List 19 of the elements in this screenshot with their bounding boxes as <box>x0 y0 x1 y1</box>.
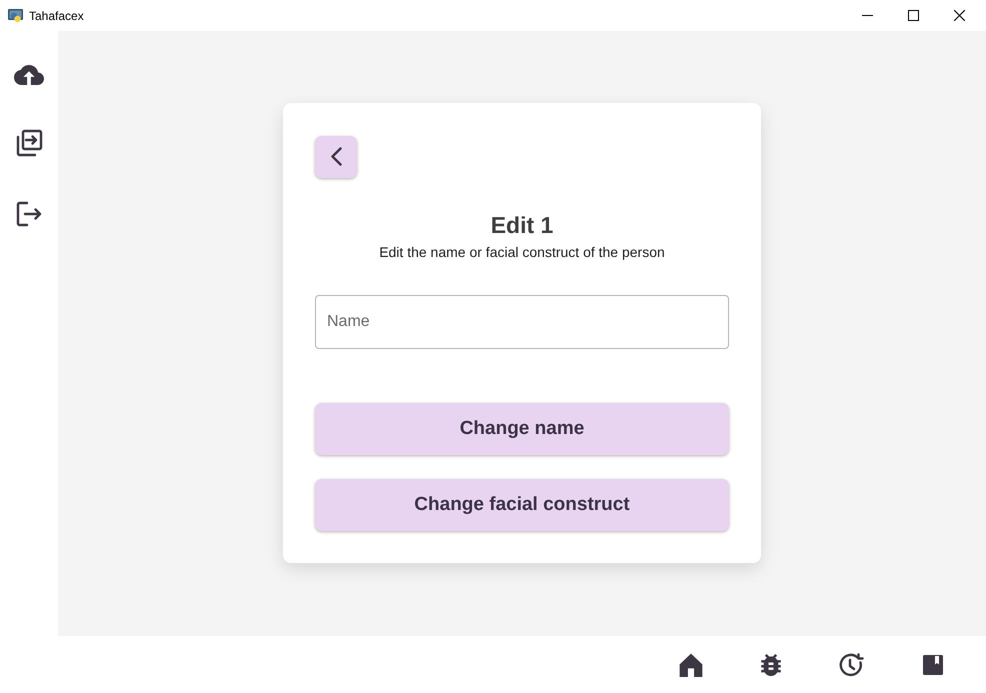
name-input-field[interactable]: Name <box>315 294 729 349</box>
book-icon[interactable] <box>921 652 945 676</box>
home-icon[interactable] <box>679 652 703 676</box>
bug-icon[interactable] <box>759 654 783 676</box>
back-button[interactable] <box>315 136 357 178</box>
chevron-left-icon <box>330 147 342 166</box>
app-icon <box>8 8 23 22</box>
logout-icon[interactable] <box>16 201 42 227</box>
cloud-upload-icon[interactable] <box>14 65 44 85</box>
history-icon[interactable] <box>839 652 865 676</box>
maximize-icon <box>908 10 918 21</box>
minimize-icon <box>862 15 872 16</box>
import-icon[interactable] <box>15 129 43 157</box>
change-facial-construct-button[interactable]: Change facial construct <box>315 479 729 531</box>
change-name-button[interactable]: Change name <box>315 403 729 455</box>
window-title: Tahafacex <box>29 8 84 24</box>
card-subtitle: Edit the name or facial construct of the person <box>378 242 666 261</box>
card-title: Edit 1 <box>490 210 554 239</box>
close-icon <box>954 10 964 21</box>
